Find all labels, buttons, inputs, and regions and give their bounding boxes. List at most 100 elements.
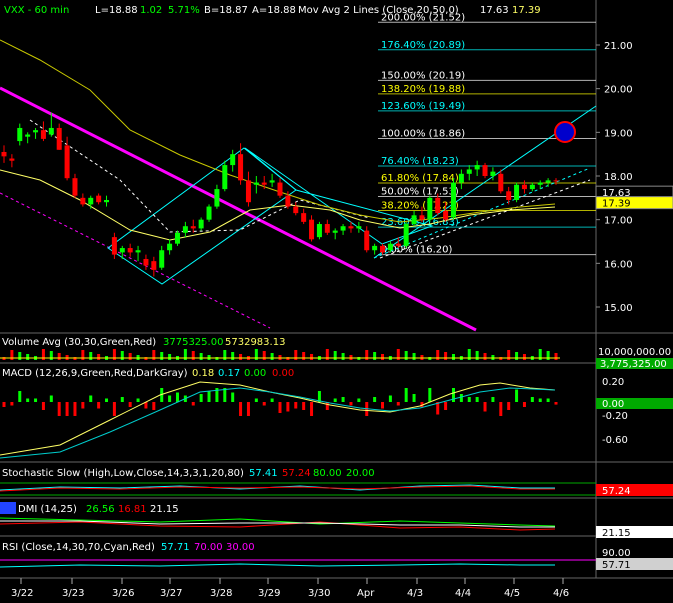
macd-bar	[404, 388, 408, 402]
time-label: 4/6	[553, 588, 569, 599]
volume-axis-top: 10,000,000.00	[598, 347, 671, 358]
macd-bar	[41, 402, 45, 410]
candle-body	[269, 180, 275, 183]
volume-bar	[554, 353, 558, 360]
candle-body	[435, 197, 441, 214]
volume-bar	[26, 354, 30, 360]
candle-body	[127, 248, 133, 253]
candle-body	[293, 206, 299, 214]
time-label: 4/4	[455, 588, 471, 599]
candle	[96, 193, 102, 205]
candle-body	[490, 171, 496, 176]
candle-body	[88, 197, 94, 205]
candle-body	[159, 250, 165, 268]
price-candles	[1, 112, 559, 277]
macd-panel: MACD (12,26,9,Green,Red,DarkGray) 0.18 0…	[0, 368, 673, 459]
volume-bar	[57, 353, 61, 360]
candle	[293, 202, 299, 216]
candle	[411, 210, 417, 227]
candle-body	[340, 226, 346, 231]
candle-body	[198, 219, 204, 229]
bid-value: B=18.87	[204, 5, 248, 16]
volume-bar	[373, 352, 377, 360]
change-value: 1.02	[140, 5, 162, 16]
candle-body	[387, 243, 393, 251]
candle	[88, 195, 94, 209]
time-label: 4/3	[407, 588, 423, 599]
time-label: 3/23	[62, 588, 84, 599]
volume-bar	[191, 351, 195, 360]
fib-label: 76.40% (18.23)	[381, 156, 459, 167]
volume-bar	[333, 351, 337, 360]
candle-body	[245, 180, 251, 203]
volume-value-1: 3775325.00	[163, 337, 223, 348]
macd-bar	[254, 398, 258, 402]
candle	[119, 245, 125, 259]
candle	[340, 224, 346, 235]
volume-bar	[412, 353, 416, 360]
volume-bar	[231, 352, 235, 360]
volume-bar	[451, 354, 455, 360]
dmi-value-1: 26.56	[86, 504, 115, 515]
candle-body	[64, 145, 70, 179]
rsi-title: RSI (Close,14,30,70,Cyan,Red)	[2, 542, 155, 553]
candle	[450, 178, 456, 220]
macd-bar	[357, 398, 361, 402]
time-label: 3/28	[210, 588, 232, 599]
volume-bar	[483, 353, 487, 360]
macd-bar	[175, 392, 179, 402]
volume-bar	[381, 354, 385, 360]
candle-body	[80, 197, 86, 205]
fib-label: 100.00% (18.86)	[381, 128, 465, 139]
macd-histogram	[2, 388, 558, 416]
candle-body	[167, 243, 173, 251]
candle-body	[135, 250, 141, 253]
macd-bar	[381, 402, 385, 409]
candle	[182, 221, 188, 238]
price-tick-label: 19.00	[604, 128, 633, 139]
macd-bar	[294, 402, 298, 409]
candle	[498, 169, 504, 194]
macd-value-1: 0.18	[192, 368, 214, 379]
candle	[309, 215, 315, 242]
macd-bar	[105, 398, 109, 402]
rsi-tag: 57.71	[602, 560, 631, 571]
macd-value-4: 0.00	[272, 368, 294, 379]
macd-bar	[515, 389, 519, 402]
candle	[104, 195, 110, 207]
ma1-value: 17.63	[480, 5, 509, 16]
rsi-value-3: 30.00	[226, 542, 255, 553]
macd-bar	[341, 397, 345, 402]
volume-title: Volume Avg (30,30,Green,Red)	[2, 337, 156, 348]
volume-bar	[128, 353, 132, 360]
macd-bar	[530, 397, 534, 402]
volume-bar	[546, 351, 550, 360]
macd-bar	[128, 402, 132, 407]
stoch-value-3: 80.00	[313, 468, 342, 479]
candle	[514, 182, 520, 203]
rsi-line	[0, 563, 555, 568]
fib-label: 150.00% (20.19)	[381, 70, 465, 81]
candle	[466, 165, 472, 181]
macd-bar	[333, 398, 337, 402]
macd-bar	[10, 402, 14, 406]
candle-body	[119, 248, 125, 253]
fib-label: 61.80% (17.84)	[381, 173, 459, 184]
macd-bar	[191, 402, 195, 406]
candle-body	[17, 127, 23, 142]
candle	[364, 226, 370, 253]
macd-bar	[522, 402, 526, 407]
volume-bar	[120, 351, 124, 360]
candle	[151, 256, 157, 277]
candle-body	[498, 173, 504, 192]
macd-bar	[81, 402, 85, 409]
macd-bar	[444, 402, 448, 410]
candle-body	[111, 237, 117, 255]
macd-bar	[373, 397, 377, 402]
candle	[198, 217, 204, 231]
candle	[230, 149, 236, 172]
candle-body	[301, 213, 307, 222]
candle	[245, 171, 251, 207]
macd-bar	[89, 395, 93, 402]
candle	[159, 245, 165, 270]
